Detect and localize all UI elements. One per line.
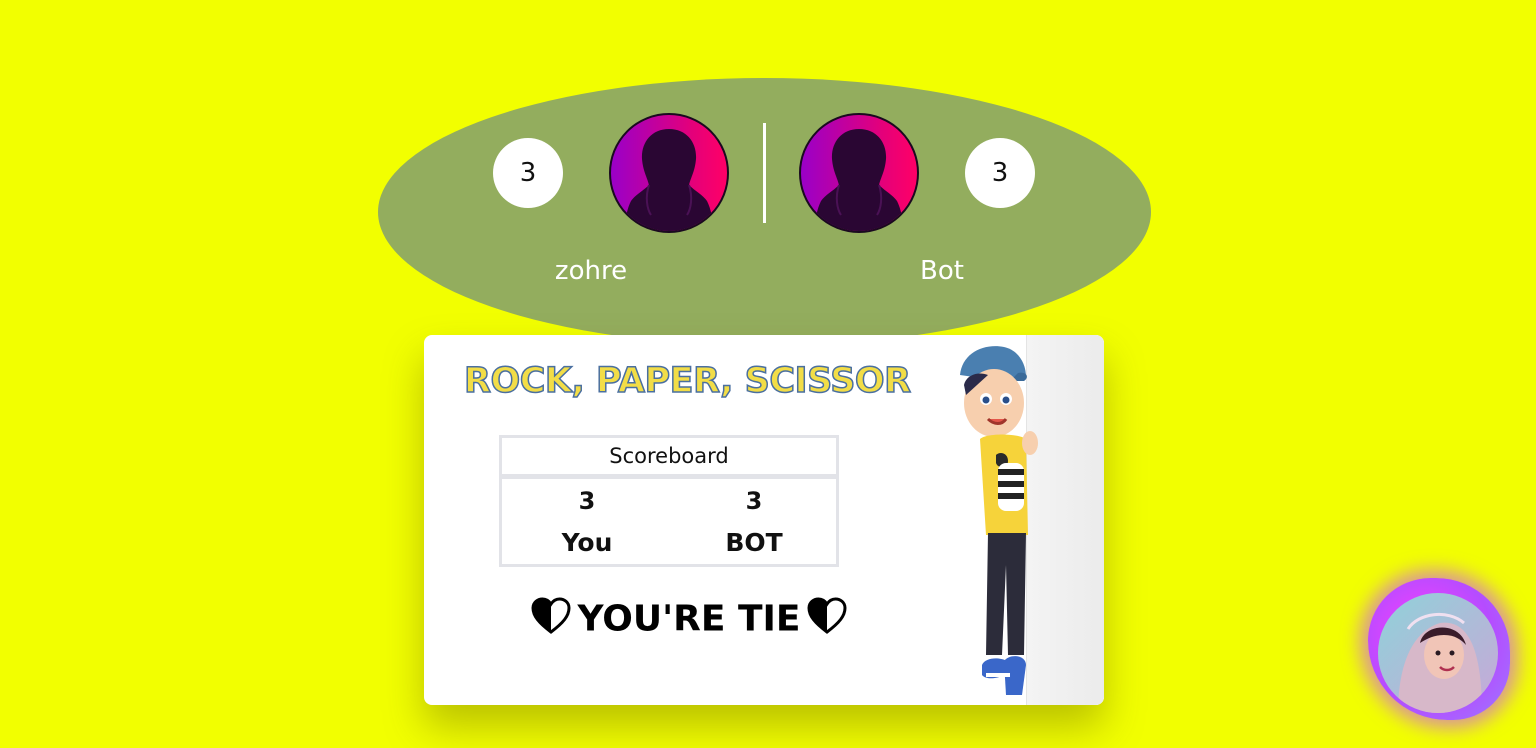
- left-player-name: zohre: [554, 256, 628, 286]
- right-player-name: Bot: [920, 256, 964, 286]
- right-player-avatar-icon: [799, 113, 919, 233]
- character-panel: [926, 335, 1104, 705]
- scoreboard: Scoreboard 3 You 3 BOT: [499, 435, 839, 567]
- game-title: ROCK, PAPER, SCISSOR: [463, 360, 912, 402]
- result-message: YOU'RE TIE: [464, 597, 914, 644]
- half-heart-icon: [807, 597, 847, 644]
- right-player-score: 3: [965, 138, 1035, 208]
- left-player-avatar-icon: [609, 113, 729, 233]
- bot-score: 3: [745, 487, 763, 515]
- half-heart-icon: [531, 597, 571, 644]
- game-screen: 3 3 zohre Bot ROCK, PAPER, SCISSOR Score…: [0, 0, 1536, 748]
- profile-photo-icon[interactable]: [1378, 593, 1498, 713]
- scoreboard-you-column: 3 You: [507, 484, 667, 568]
- cartoon-boy-icon: [960, 346, 1038, 695]
- you-score: 3: [578, 487, 596, 515]
- you-label: You: [561, 528, 613, 557]
- players-divider: [763, 123, 766, 223]
- scoreboard-heading: Scoreboard: [502, 438, 836, 479]
- bot-label: BOT: [725, 528, 783, 557]
- left-player-score: 3: [493, 138, 563, 208]
- result-text: YOU'RE TIE: [577, 598, 801, 640]
- scoreboard-bot-column: 3 BOT: [674, 484, 834, 568]
- game-card: ROCK, PAPER, SCISSOR Scoreboard 3 You 3 …: [424, 335, 1104, 705]
